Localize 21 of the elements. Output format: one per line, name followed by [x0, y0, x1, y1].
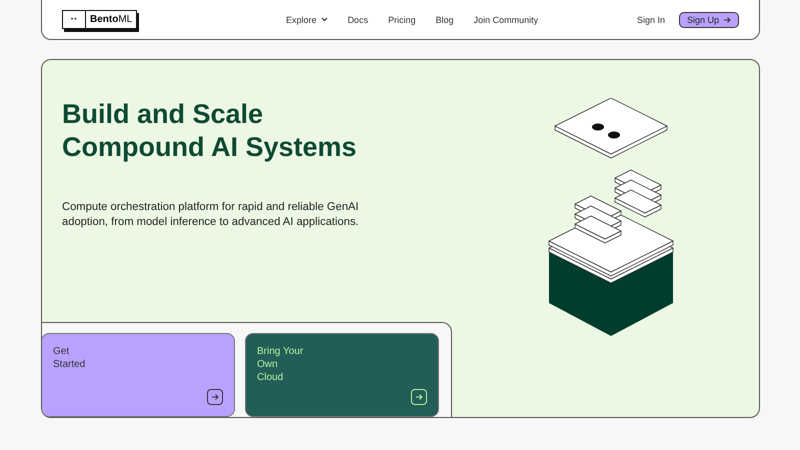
nav-link[interactable]: Pricing — [388, 14, 416, 24]
sign-in-link[interactable]: Sign In — [636, 14, 665, 24]
bentoml-logo[interactable]: ·· BentoML — [62, 10, 138, 29]
hero-subtitle: Compute orchestration platform for rapid and reliable GenAI adoption, from model inference to advanced AI applications. — [62, 200, 360, 230]
action-card[interactable]: Get Started — [42, 333, 235, 417]
card-title: Get Started — [53, 345, 86, 371]
sign-up-button[interactable]: Sign Up — [678, 12, 739, 28]
logo-wordmark: BentoML — [89, 13, 134, 27]
nav-link[interactable]: Join Community — [474, 14, 538, 24]
nav-link[interactable]: Docs — [348, 14, 368, 24]
hero-title: Build and Scale Compound AI Systems — [62, 98, 358, 164]
arrow-icon — [723, 16, 731, 24]
arrow-icon — [211, 393, 219, 401]
logo-mark: ·· — [63, 11, 86, 28]
chevron-down-icon — [320, 17, 328, 22]
nav-link[interactable]: Explore — [286, 14, 328, 24]
nav-link[interactable]: Blog — [436, 14, 454, 24]
card-title: Bring Your Own Cloud — [257, 345, 304, 384]
arrow-icon — [415, 393, 423, 401]
arrow-button[interactable] — [207, 389, 223, 405]
action-card[interactable]: Bring Your Own Cloud — [245, 333, 439, 417]
